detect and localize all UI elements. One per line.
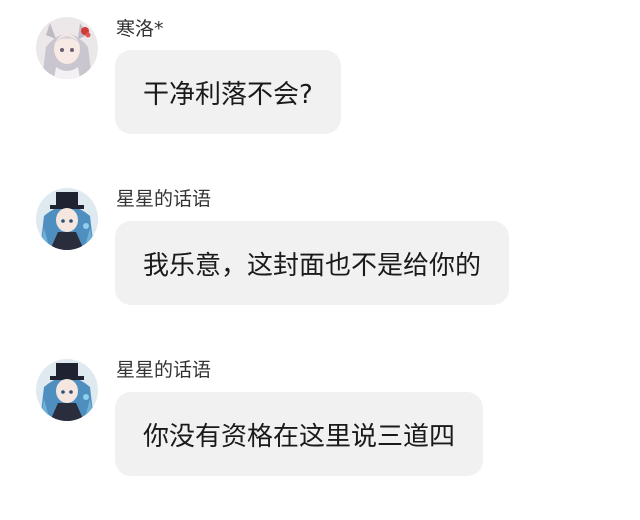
sender-name: 寒洛* (116, 18, 164, 40)
anime-girl-white-hair-avatar-icon[interactable] (36, 17, 98, 79)
chat-thread: 寒洛* 干净利落不会? 星星的话语 我乐意，这封面也不是给你的 星星的话语 你没… (0, 0, 640, 520)
message-bubble[interactable]: 你没有资格在这里说三道四 (115, 392, 484, 476)
message-bubble[interactable]: 我乐意，这封面也不是给你的 (115, 221, 510, 305)
anime-girl-blue-hair-top-hat-avatar-icon[interactable] (36, 359, 98, 421)
sender-name: 星星的话语 (116, 359, 212, 381)
message-bubble[interactable]: 干净利落不会? (115, 50, 341, 134)
anime-girl-blue-hair-top-hat-avatar-icon[interactable] (36, 188, 98, 250)
sender-name: 星星的话语 (116, 188, 212, 210)
